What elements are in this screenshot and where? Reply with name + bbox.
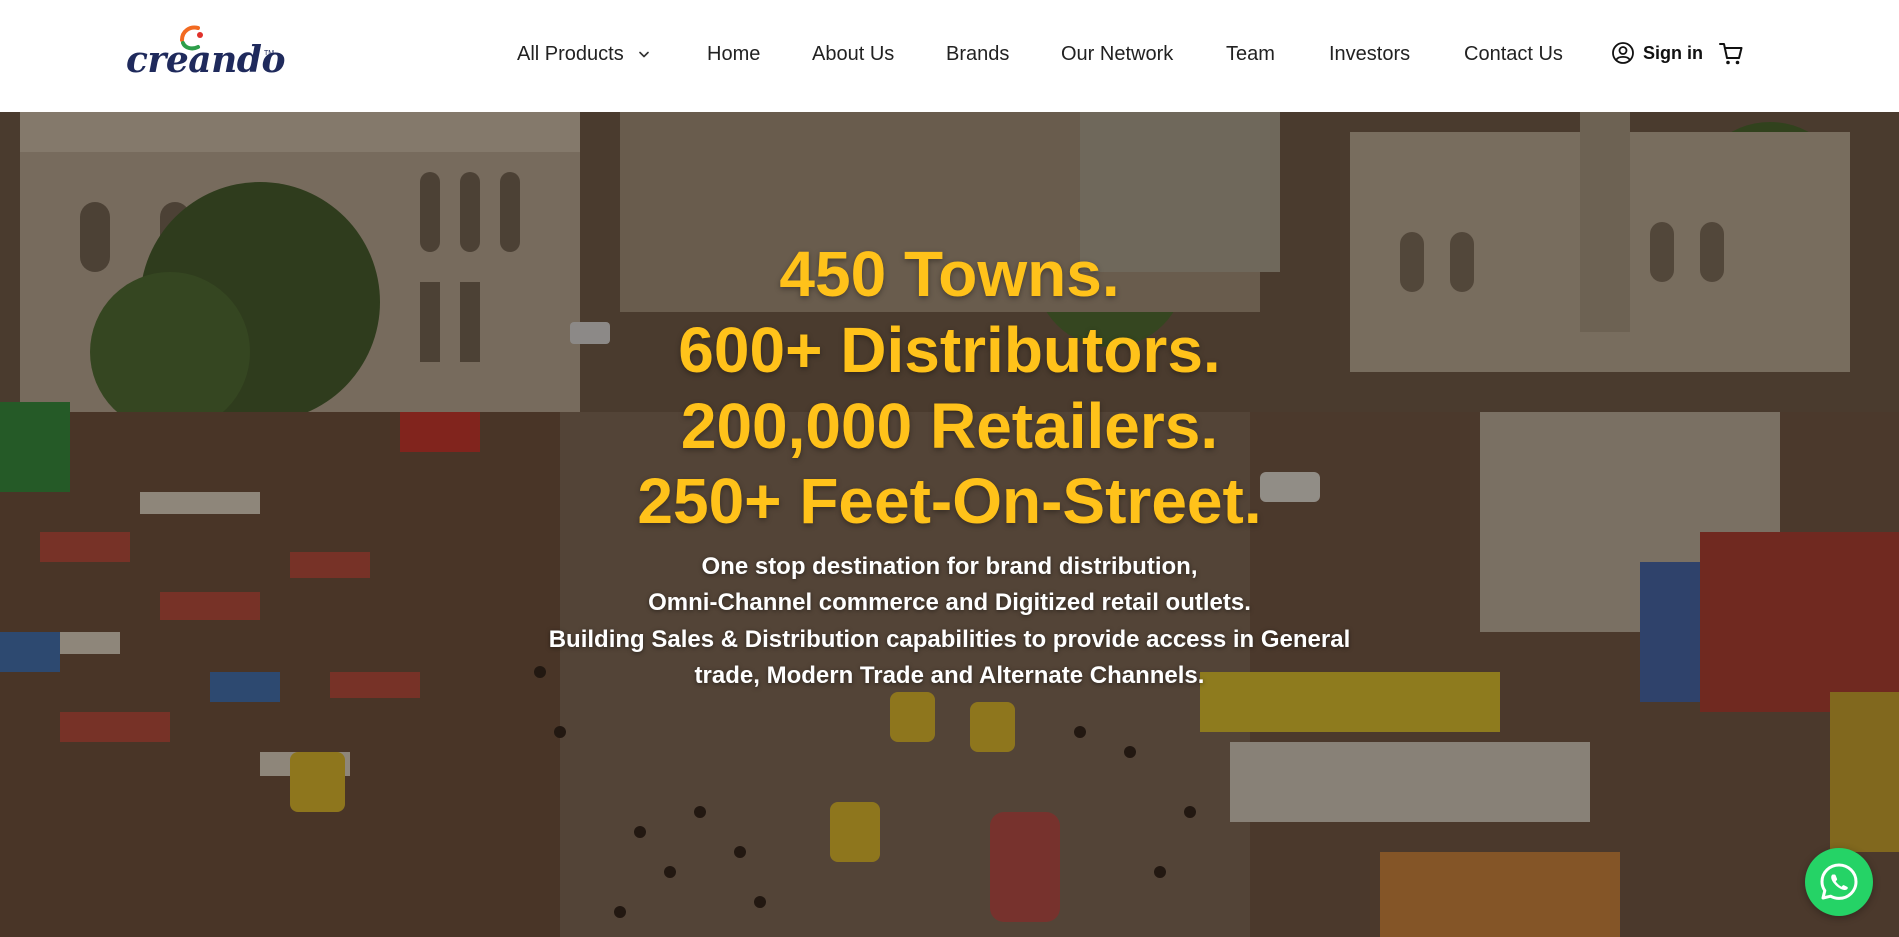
hero-description-line-2: Omni-Channel commerce and Digitized reta… xyxy=(648,589,1251,616)
hero-description-line-4: trade, Modern Trade and Alternate Channe… xyxy=(694,662,1205,689)
nav-about-us[interactable]: About Us xyxy=(812,42,894,66)
headline-feet-on-street: 250+ Feet-On-Street. xyxy=(637,465,1262,537)
headline-towns: 450 Towns. xyxy=(779,238,1120,310)
nav-brands[interactable]: Brands xyxy=(946,42,1009,66)
whatsapp-chat-button[interactable] xyxy=(1805,848,1873,916)
headline-distributors: 600+ Distributors. xyxy=(678,314,1221,386)
cart-button[interactable] xyxy=(1718,41,1744,71)
hero-description-line-3: Building Sales & Distribution capabiliti… xyxy=(548,626,1351,653)
nav-our-network[interactable]: Our Network xyxy=(1061,42,1173,66)
whatsapp-icon xyxy=(1820,863,1858,900)
nav-team[interactable]: Team xyxy=(1226,42,1275,66)
hero-banner: 450 Towns. 600+ Distributors. 200,000 Re… xyxy=(0,112,1899,937)
trademark-mark: TM xyxy=(264,50,275,57)
nav-home[interactable]: Home xyxy=(707,42,760,66)
nav-contact-us[interactable]: Contact Us xyxy=(1464,42,1563,66)
brand-logo[interactable]: creando TM xyxy=(126,20,285,90)
chevron-down-icon xyxy=(639,51,650,58)
brand-name: creando xyxy=(126,39,285,81)
nav-all-products[interactable]: All Products xyxy=(517,42,650,66)
site-header: creando TM All Products Home About Us Br… xyxy=(0,0,1899,112)
nav-investors[interactable]: Investors xyxy=(1329,42,1410,66)
sign-in-label: Sign in xyxy=(1643,42,1703,63)
headline-retailers: 200,000 Retailers. xyxy=(680,390,1219,462)
sign-in-link[interactable]: Sign in xyxy=(1611,41,1703,65)
user-circle-icon xyxy=(1612,42,1634,64)
cart-icon xyxy=(1719,43,1743,65)
hero-description-line-1: One stop destination for brand distribut… xyxy=(701,553,1198,580)
nav-all-products-label: All Products xyxy=(517,43,624,65)
